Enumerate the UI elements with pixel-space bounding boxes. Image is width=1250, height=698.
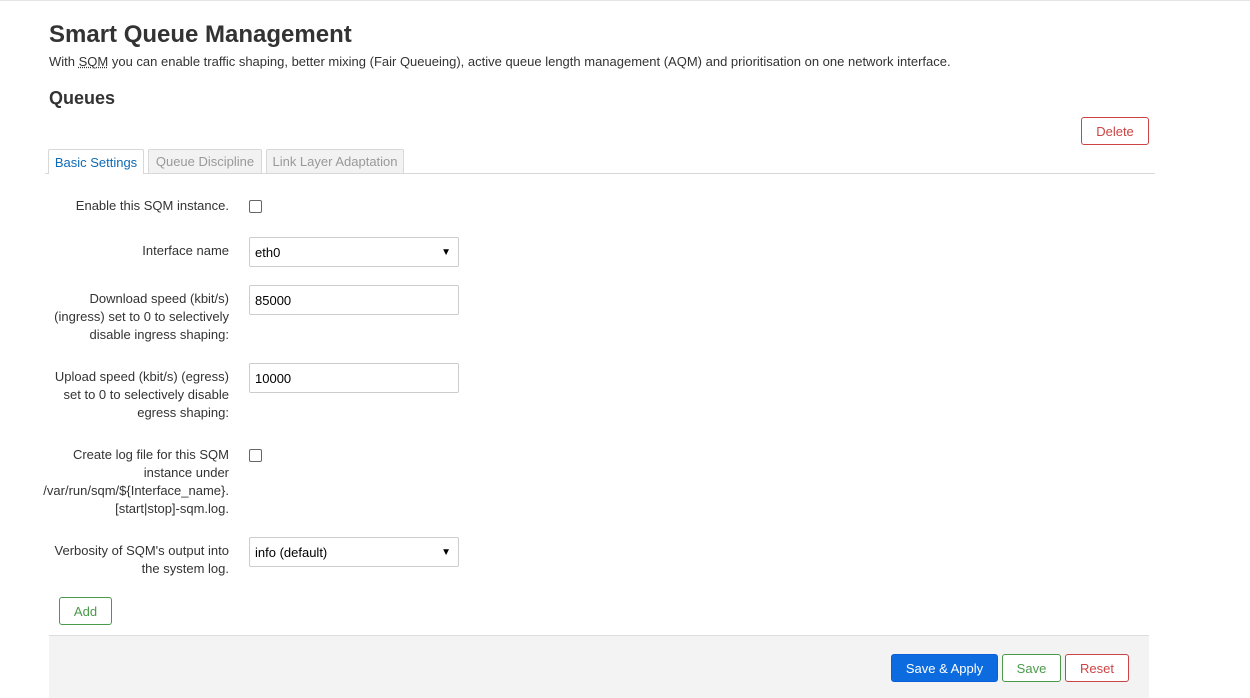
verbosity-label: Verbosity of SQM's output into the syste…: [54, 543, 229, 576]
sqm-abbr: SQM: [78, 54, 109, 69]
add-button[interactable]: Add: [59, 597, 112, 625]
tab-queue-discipline[interactable]: Queue Discipline: [148, 149, 262, 173]
save-apply-button[interactable]: Save & Apply: [891, 654, 998, 682]
verbosity-value: info (default): [255, 544, 328, 560]
verbosity-field: info (default) ▼: [249, 537, 459, 567]
upload-label: Upload speed (kbit/s) (egress) set to 0 …: [54, 369, 229, 420]
page-title: Smart Queue Management: [49, 21, 352, 48]
enable-checkbox[interactable]: [249, 200, 262, 213]
save-button[interactable]: Save: [1002, 654, 1061, 682]
chevron-down-icon: ▼: [441, 246, 451, 258]
download-label: Download speed (kbit/s) (ingress) set to…: [54, 291, 229, 342]
interface-label: Interface name: [142, 243, 229, 258]
logfile-label: Create log file for this SQM instance un…: [43, 447, 229, 516]
interface-value: eth0: [255, 244, 281, 260]
interface-select[interactable]: eth0 ▼: [249, 237, 459, 267]
reset-button[interactable]: Reset: [1065, 654, 1129, 682]
delete-button[interactable]: Delete: [1081, 117, 1149, 145]
download-speed-input[interactable]: 85000: [249, 285, 459, 315]
section-title: Queues: [49, 88, 116, 108]
chevron-down-icon: ▼: [441, 546, 451, 558]
upload-speed-input[interactable]: 10000: [249, 363, 459, 393]
action-footer: Save & Apply Save Reset: [49, 635, 1149, 698]
tab-basic-settings[interactable]: Basic Settings: [48, 149, 144, 174]
verbosity-select[interactable]: info (default) ▼: [249, 537, 459, 567]
logfile-checkbox[interactable]: [249, 449, 262, 462]
interface-field: eth0 ▼: [249, 237, 459, 267]
tab-link-layer-adaptation[interactable]: Link Layer Adaptation: [266, 149, 404, 173]
tab-bar: Basic Settings Queue Discipline Link Lay…: [45, 149, 1155, 174]
enable-checkbox-wrap: [249, 200, 262, 213]
upload-field: 10000: [249, 363, 459, 393]
page-description: With SQM you can enable traffic shaping,…: [49, 54, 951, 69]
logfile-checkbox-wrap: [249, 449, 262, 462]
download-field: 85000: [249, 285, 459, 315]
enable-label: Enable this SQM instance.: [75, 198, 229, 213]
